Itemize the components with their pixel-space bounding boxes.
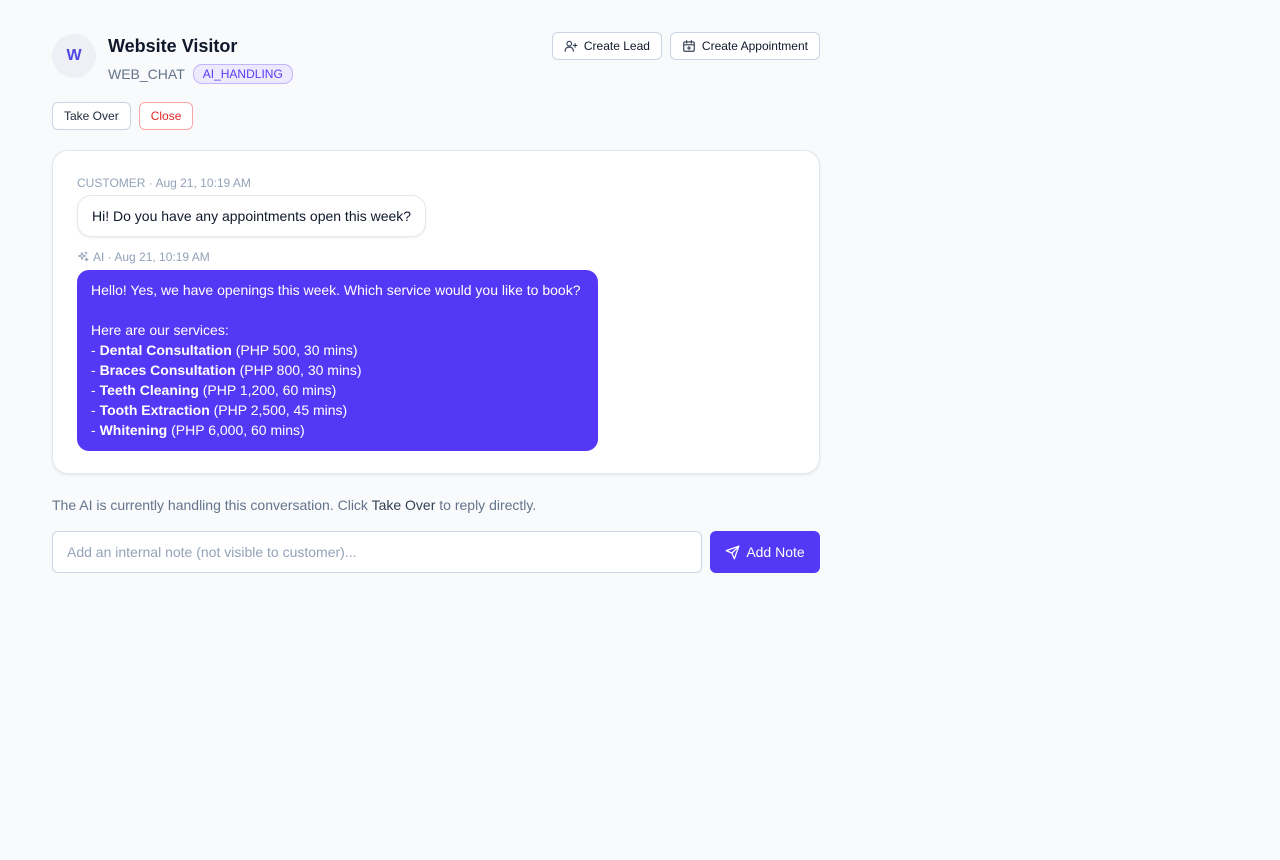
- service-item: - Braces Consultation (PHP 800, 30 mins): [91, 362, 362, 378]
- ai-message-bubble: Hello! Yes, we have openings this week. …: [77, 270, 598, 451]
- service-details: (PHP 500, 30 mins): [235, 342, 358, 358]
- status-text-emphasis: Take Over: [371, 497, 436, 513]
- conversation-page: W Website Visitor WEB_CHAT AI_HANDLING C…: [0, 0, 1280, 860]
- page-title: Website Visitor: [108, 36, 238, 56]
- service-name: Braces Consultation: [99, 362, 236, 378]
- header-actions: Create Lead Create Appointment: [551, 32, 820, 60]
- user-plus-icon: [564, 40, 578, 52]
- status-text-before: The AI is currently handling this conver…: [52, 497, 372, 513]
- service-details: (PHP 6,000, 60 mins): [171, 422, 305, 438]
- services-heading: Here are our services:: [91, 322, 229, 338]
- channel-label: WEB_CHAT: [108, 66, 185, 82]
- close-button[interactable]: Close: [138, 102, 194, 130]
- service-name: Whitening: [99, 422, 168, 438]
- conversation-controls: Take Over Close: [52, 102, 820, 130]
- note-composer: Add Note: [52, 531, 820, 573]
- service-details: (PHP 2,500, 45 mins): [213, 402, 348, 418]
- chat-panel: CUSTOMER · Aug 21, 10:19 AM Hi! Do you h…: [52, 150, 820, 474]
- sparkle-icon: [78, 251, 89, 262]
- take-over-button[interactable]: Take Over: [52, 102, 131, 130]
- conversation-header: W Website Visitor WEB_CHAT AI_HANDLING C…: [52, 32, 820, 84]
- service-name: Teeth Cleaning: [99, 382, 199, 398]
- status-text-after: to reply directly.: [435, 497, 537, 513]
- service-details: (PHP 800, 30 mins): [239, 362, 362, 378]
- conversation-container: W Website Visitor WEB_CHAT AI_HANDLING C…: [52, 32, 820, 573]
- service-details: (PHP 1,200, 60 mins): [202, 382, 337, 398]
- add-note-label: Add Note: [746, 544, 805, 560]
- customer-message-bubble: Hi! Do you have any appointments open th…: [77, 195, 427, 237]
- customer-message-meta: CUSTOMER · Aug 21, 10:19 AM: [77, 176, 251, 190]
- service-name: Tooth Extraction: [99, 402, 210, 418]
- create-lead-button[interactable]: Create Lead: [551, 32, 662, 60]
- service-item: - Teeth Cleaning (PHP 1,200, 60 mins): [91, 382, 337, 398]
- service-item: - Dental Consultation (PHP 500, 30 mins): [91, 342, 358, 358]
- add-note-button[interactable]: Add Note: [710, 531, 820, 573]
- internal-note-input[interactable]: [52, 531, 702, 573]
- calendar-plus-icon: [683, 40, 695, 52]
- create-appointment-label: Create Appointment: [701, 39, 808, 53]
- title-block: Website Visitor WEB_CHAT AI_HANDLING: [108, 35, 293, 84]
- ai-meta-text: AI · Aug 21, 10:19 AM: [93, 250, 210, 264]
- send-icon: [725, 545, 740, 559]
- service-name: Dental Consultation: [99, 342, 232, 358]
- avatar: W: [52, 34, 96, 78]
- ai-intro-text: Hello! Yes, we have openings this week. …: [91, 282, 581, 298]
- create-lead-label: Create Lead: [583, 39, 650, 53]
- meta-row: WEB_CHAT AI_HANDLING: [108, 64, 293, 84]
- service-item: - Tooth Extraction (PHP 2,500, 45 mins): [91, 402, 348, 418]
- ai-blank-line: [91, 300, 584, 320]
- ai-message-meta: AI · Aug 21, 10:19 AM: [77, 249, 795, 265]
- create-appointment-button[interactable]: Create Appointment: [669, 32, 820, 60]
- service-item: - Whitening (PHP 6,000, 60 mins): [91, 422, 305, 438]
- ai-status-notice: The AI is currently handling this conver…: [52, 496, 820, 514]
- status-badge: AI_HANDLING: [192, 64, 293, 84]
